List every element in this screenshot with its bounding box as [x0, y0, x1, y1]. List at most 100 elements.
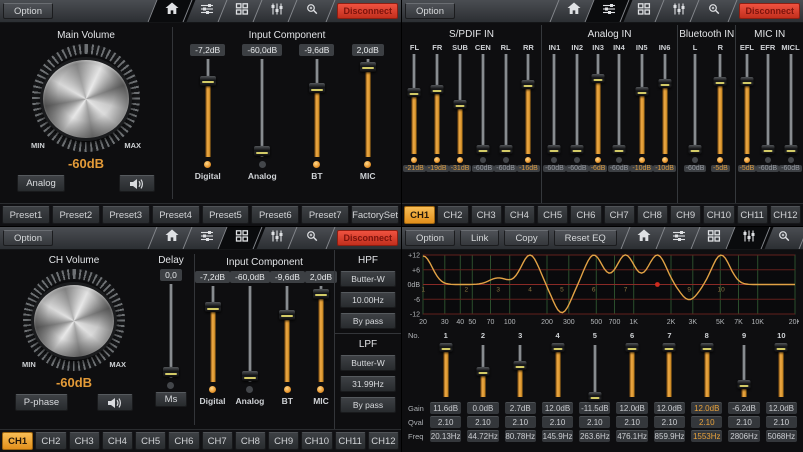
- option-button[interactable]: Option: [3, 3, 53, 19]
- fader-handle[interactable]: [658, 79, 671, 88]
- freq-value-band-1[interactable]: 20.13Hz: [430, 430, 461, 442]
- disconnect-button[interactable]: Disconnect: [337, 230, 398, 246]
- hpf-bypass-button[interactable]: By pass: [340, 313, 396, 329]
- freq-value-band-7[interactable]: 859.9Hz: [654, 430, 685, 442]
- channel-tab-ch11[interactable]: CH11: [737, 206, 768, 224]
- nav-tab-magnifier[interactable]: [696, 0, 731, 22]
- knob-face[interactable]: [40, 57, 132, 141]
- channel-tab-ch3[interactable]: CH3: [471, 206, 502, 224]
- fader-handle[interactable]: [360, 62, 376, 72]
- eq-band-fader-7-slider[interactable]: [663, 345, 676, 397]
- option-button[interactable]: Option: [405, 3, 455, 19]
- preset-tab-preset7[interactable]: Preset7: [301, 206, 349, 224]
- fader-handle[interactable]: [254, 146, 270, 156]
- fader-handle[interactable]: [571, 145, 584, 154]
- channel-volume-knob[interactable]: MIN MAX: [18, 269, 130, 373]
- channel-tab-ch4[interactable]: CH4: [102, 432, 133, 450]
- fader-handle[interactable]: [551, 343, 564, 352]
- fader-handle[interactable]: [205, 302, 221, 312]
- q-value-band-6[interactable]: 2.10: [616, 416, 647, 428]
- fader-mic-slider[interactable]: [360, 59, 376, 157]
- fader-handle[interactable]: [714, 77, 727, 86]
- freq-value-band-3[interactable]: 80.78Hz: [505, 430, 536, 442]
- eq-band-fader-10-slider[interactable]: [775, 345, 788, 397]
- fader-in1-slider[interactable]: [548, 54, 561, 154]
- channel-tab-ch3[interactable]: CH3: [69, 432, 100, 450]
- channel-tab-ch5[interactable]: CH5: [135, 432, 166, 450]
- analog-source-button[interactable]: Analog: [17, 175, 65, 192]
- fader-handle[interactable]: [740, 77, 753, 86]
- fader-efr-slider[interactable]: [761, 54, 774, 154]
- option-button[interactable]: Option: [405, 230, 455, 246]
- eq-band-fader-5-slider[interactable]: [588, 345, 601, 397]
- fader-bt-slider[interactable]: [279, 286, 295, 382]
- fader-bt-slider[interactable]: [309, 59, 325, 157]
- fader-handle[interactable]: [522, 80, 535, 89]
- preset-tab-preset4[interactable]: Preset4: [152, 206, 200, 224]
- eq-band-fader-9-slider[interactable]: [738, 345, 751, 397]
- fader-handle[interactable]: [612, 145, 625, 154]
- channel-tab-ch9[interactable]: CH9: [670, 206, 701, 224]
- q-value-band-8[interactable]: 2.10: [691, 416, 722, 428]
- channel-tab-ch11[interactable]: CH11: [335, 432, 366, 450]
- channel-tab-ch10[interactable]: CH10: [301, 432, 332, 450]
- gain-value-band-4[interactable]: 12.0dB: [542, 402, 573, 414]
- fader-handle[interactable]: [514, 361, 527, 370]
- fader-handle[interactable]: [548, 145, 561, 154]
- fader-handle[interactable]: [313, 289, 329, 299]
- mute-button[interactable]: [97, 394, 133, 411]
- hpf-frequency-button[interactable]: 10.00Hz: [340, 292, 396, 308]
- gain-value-band-8[interactable]: 12.0dB: [691, 402, 722, 414]
- fader-rl-slider[interactable]: [499, 54, 512, 154]
- gain-value-band-7[interactable]: 12.0dB: [654, 402, 685, 414]
- fader-handle[interactable]: [784, 145, 797, 154]
- link-button[interactable]: Link: [460, 230, 499, 246]
- disconnect-button[interactable]: Disconnect: [337, 3, 398, 19]
- channel-tab-ch6[interactable]: CH6: [168, 432, 199, 450]
- channel-tab-ch9[interactable]: CH9: [268, 432, 299, 450]
- fader-handle[interactable]: [761, 145, 774, 154]
- q-value-band-2[interactable]: 2.10: [467, 416, 498, 428]
- fader-handle[interactable]: [499, 145, 512, 154]
- fader-handle[interactable]: [700, 343, 713, 352]
- gain-value-band-10[interactable]: 12.0dB: [766, 402, 797, 414]
- gain-value-band-1[interactable]: 11.6dB: [430, 402, 461, 414]
- freq-value-band-5[interactable]: 263.6Hz: [579, 430, 610, 442]
- fader-handle[interactable]: [454, 100, 467, 109]
- hpf-type-button[interactable]: Butter-W: [340, 271, 396, 287]
- nav-tab-magnifier[interactable]: [767, 227, 802, 249]
- channel-tab-ch12[interactable]: CH12: [770, 206, 801, 224]
- eq-band-fader-3-slider[interactable]: [514, 345, 527, 397]
- fader-handle[interactable]: [431, 85, 444, 94]
- q-value-band-5[interactable]: 2.10: [579, 416, 610, 428]
- fader-handle[interactable]: [588, 392, 601, 401]
- eq-band-fader-6-slider[interactable]: [626, 345, 639, 397]
- fader-digital-slider[interactable]: [200, 59, 216, 157]
- gain-value-band-3[interactable]: 2.7dB: [505, 402, 536, 414]
- fader-handle[interactable]: [592, 74, 605, 83]
- preset-tab-preset3[interactable]: Preset3: [102, 206, 150, 224]
- freq-value-band-4[interactable]: 145.9Hz: [542, 430, 573, 442]
- channel-tab-ch7[interactable]: CH7: [202, 432, 233, 450]
- channel-tab-ch2[interactable]: CH2: [437, 206, 468, 224]
- fader-fl-slider[interactable]: [408, 54, 421, 154]
- eq-band-fader-1-slider[interactable]: [439, 345, 452, 397]
- fader-handle[interactable]: [476, 367, 489, 376]
- fader-rr-slider[interactable]: [522, 54, 535, 154]
- preset-tab-preset1[interactable]: Preset1: [2, 206, 50, 224]
- q-value-band-1[interactable]: 2.10: [430, 416, 461, 428]
- fader-fr-slider[interactable]: [431, 54, 444, 154]
- freq-value-band-2[interactable]: 44.72Hz: [467, 430, 498, 442]
- channel-tab-ch6[interactable]: CH6: [570, 206, 601, 224]
- fader-handle[interactable]: [309, 83, 325, 93]
- channel-tab-ch7[interactable]: CH7: [604, 206, 635, 224]
- eq-response-graph[interactable]: 20304050701002003005007001K2K3K5K7K10K20…: [405, 252, 800, 328]
- fader-in3-slider[interactable]: [592, 54, 605, 154]
- fader-handle[interactable]: [279, 310, 295, 320]
- channel-tab-ch2[interactable]: CH2: [35, 432, 66, 450]
- preset-tab-preset6[interactable]: Preset6: [251, 206, 299, 224]
- freq-value-band-8[interactable]: 1553Hz: [691, 430, 722, 442]
- q-value-band-10[interactable]: 2.10: [766, 416, 797, 428]
- channel-tab-ch8[interactable]: CH8: [235, 432, 266, 450]
- reset-eq-button[interactable]: Reset EQ: [554, 230, 617, 246]
